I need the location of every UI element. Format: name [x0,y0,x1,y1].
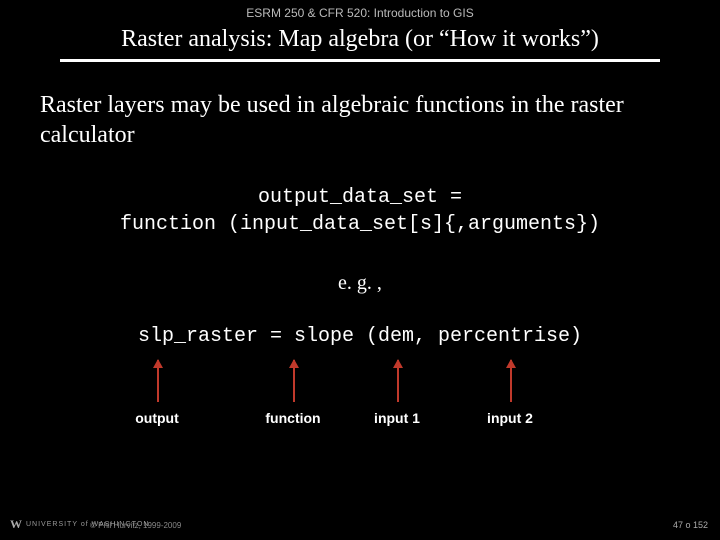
label-output: output [135,410,179,426]
code-line-1: output_data_set = [0,184,720,211]
page-number: 47 o 152 [673,520,708,530]
label-function: function [265,410,320,426]
arrow-row [0,360,720,410]
slide-title: Raster analysis: Map algebra (or “How it… [60,26,660,62]
logo-w-icon: W [10,517,22,532]
example-code: slp_raster = slope (dem, percentrise) [0,325,720,348]
body-paragraph: Raster layers may be used in algebraic f… [40,90,680,150]
syntax-code-block: output_data_set = function (input_data_s… [0,184,720,238]
arrow-icon [510,360,512,402]
label-input2: input 2 [487,410,533,426]
code-line-2: function (input_data_set[s]{,arguments}) [0,211,720,238]
arrow-icon [397,360,399,402]
copyright: © Phil Hurvitz, 1999-2009 [90,521,181,530]
eg-label: e. g. , [0,272,720,295]
arrow-icon [293,360,295,402]
slide: ESRM 250 & CFR 520: Introduction to GIS … [0,0,720,540]
label-input1: input 1 [374,410,420,426]
footer: W UNIVERSITY of WASHINGTON © Phil Hurvit… [0,514,720,534]
title-wrap: Raster analysis: Map algebra (or “How it… [60,26,660,62]
label-row: output function input 1 input 2 [0,410,720,440]
arrow-icon [157,360,159,402]
course-label: ESRM 250 & CFR 520: Introduction to GIS [0,0,720,20]
